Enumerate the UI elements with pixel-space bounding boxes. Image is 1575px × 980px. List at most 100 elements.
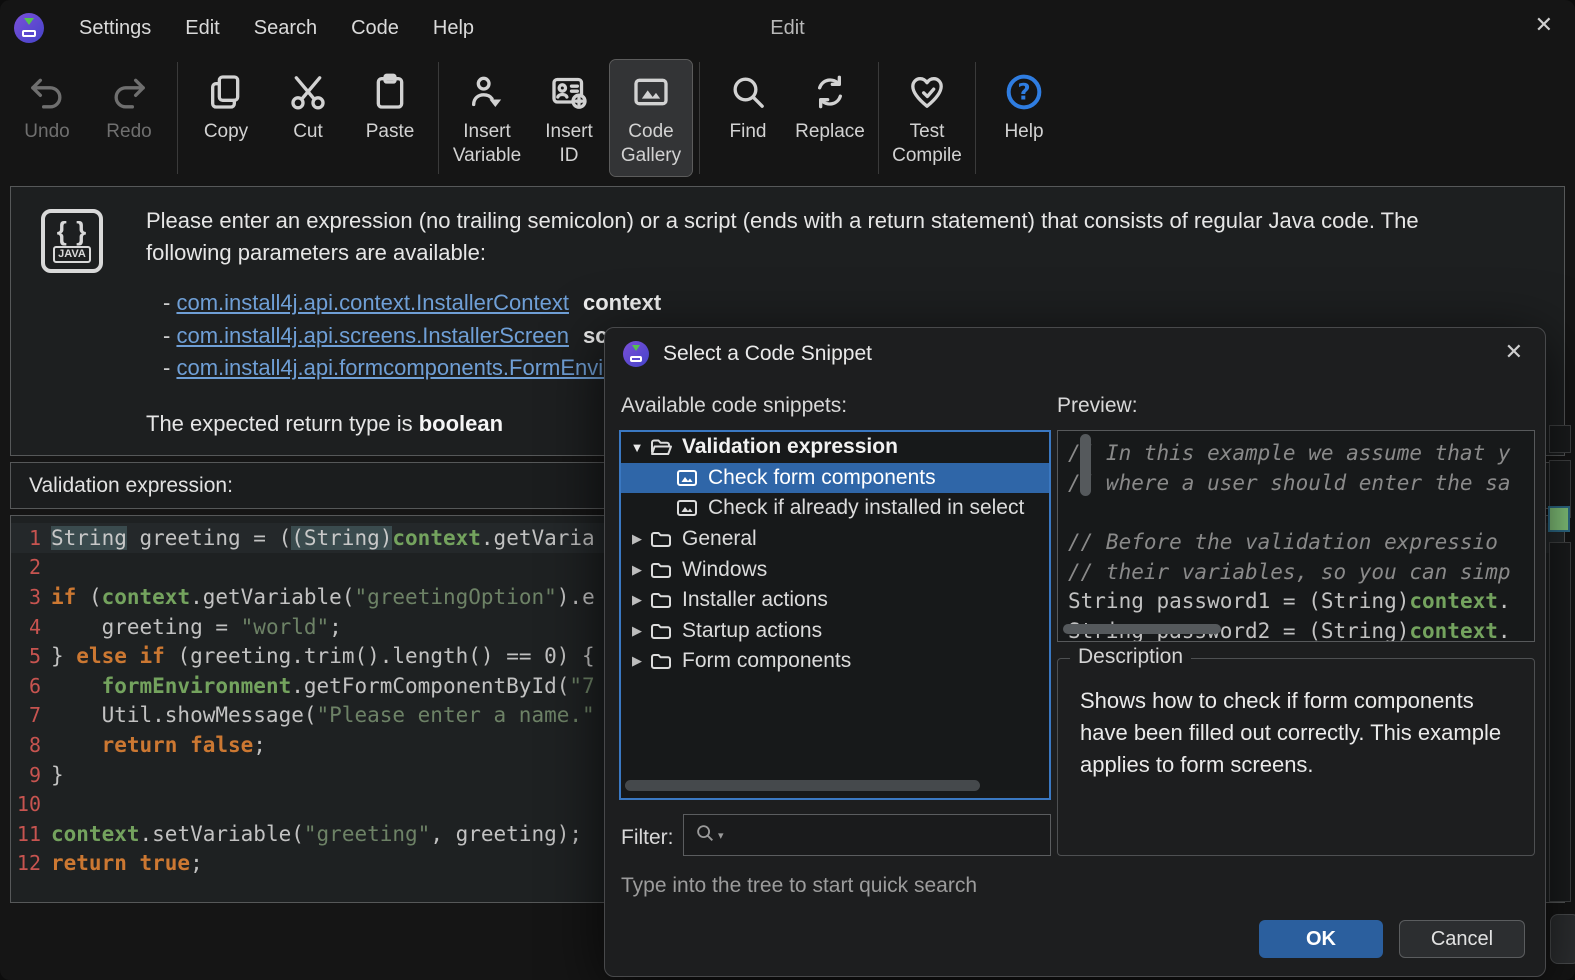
- code-gallery-icon: [631, 68, 671, 116]
- help-icon: ?: [1004, 68, 1044, 116]
- filter-field: ▾: [683, 814, 1051, 856]
- api-class-link[interactable]: com.install4j.api.screens.InstallerScree…: [176, 323, 569, 348]
- toolbar-separator: [699, 62, 700, 174]
- code-text: formEnvironment.getFormComponentById("7: [101, 673, 595, 698]
- tree-item-check-if-already-installed-in-select[interactable]: Check if already installed in select: [621, 493, 1049, 524]
- description-group-title: Description: [1070, 645, 1192, 669]
- api-class-link[interactable]: com.install4j.api.formcomponents.FormEnv…: [176, 355, 622, 380]
- line-number: 6: [28, 673, 41, 698]
- folder-icon: [649, 619, 673, 643]
- toolbar-separator: [438, 62, 439, 174]
- preview-line: [1068, 500, 1534, 530]
- ok-button[interactable]: OK: [1259, 920, 1383, 958]
- tree-item-validation-expression[interactable]: ▼ Validation expression: [621, 432, 1049, 463]
- preview-line: // In this example we assume that y: [1068, 441, 1511, 465]
- tree-horizontal-scrollbar[interactable]: [625, 780, 980, 791]
- cancel-button[interactable]: Cancel: [1399, 920, 1525, 958]
- preview-vertical-scrollbar[interactable]: [1080, 434, 1091, 496]
- code-text: if (context.getVariable("greetingOption"…: [51, 584, 595, 609]
- chevron-collapsed-icon[interactable]: ▶: [627, 653, 647, 669]
- code-text: return true;: [51, 851, 203, 876]
- tree-item-label: Startup actions: [682, 618, 823, 642]
- toolbar-button-paste[interactable]: Paste: [349, 60, 431, 176]
- description-group: Description Shows how to check if form c…: [1057, 645, 1535, 856]
- toolbar-button-label: Undo: [24, 121, 70, 142]
- scroll-up-box[interactable]: [1549, 425, 1571, 453]
- toolbar-button-label: Paste: [365, 121, 415, 142]
- dialog-title: Select a Code Snippet: [663, 342, 872, 365]
- preview-line: // where a user should enter the sa: [1068, 470, 1511, 495]
- line-number: 3: [28, 584, 41, 609]
- toolbar-button-redo[interactable]: Redo: [88, 60, 170, 176]
- cut-icon: [288, 68, 328, 116]
- line-number: 1: [28, 525, 41, 550]
- line-number: 10: [16, 792, 41, 817]
- tree-item-installer-actions[interactable]: ▶ Installer actions: [621, 585, 1049, 616]
- toolbar-button-label: Insert ID: [545, 121, 593, 166]
- line-number: 8: [28, 732, 41, 757]
- api-class-link[interactable]: com.install4j.api.context.InstallerConte…: [176, 290, 569, 315]
- tree-item-check-form-components[interactable]: Check form components: [621, 462, 1049, 494]
- chevron-collapsed-icon[interactable]: ▶: [627, 592, 647, 608]
- tree-item-form-components[interactable]: ▶ Form components: [621, 646, 1049, 677]
- tree-item-startup-actions[interactable]: ▶ Startup actions: [621, 616, 1049, 647]
- search-options-dropdown-icon[interactable]: ▾: [718, 829, 724, 842]
- tree-item-label: Check form components: [708, 465, 936, 489]
- code-text: }: [51, 762, 64, 787]
- dash: -: [163, 322, 177, 348]
- return-type-value: boolean: [418, 411, 504, 436]
- tree-item-label: Check if already installed in select: [708, 496, 1025, 520]
- chevron-expanded-icon[interactable]: ▼: [627, 440, 647, 455]
- parameter-line: - com.install4j.api.context.InstallerCon…: [163, 287, 661, 320]
- tree-item-general[interactable]: ▶ General: [621, 524, 1049, 555]
- toolbar-button-cut[interactable]: Cut: [267, 60, 349, 176]
- dash: -: [163, 355, 177, 380]
- toolbar-button-help[interactable]: ? Help: [983, 60, 1065, 176]
- menu-edit[interactable]: Edit: [168, 11, 236, 46]
- preview-pane[interactable]: // In this example we assume that y // wh…: [1057, 430, 1535, 642]
- dash: -: [163, 290, 177, 315]
- line-number: 12: [16, 851, 41, 876]
- menu-code[interactable]: Code: [334, 11, 416, 46]
- tree-item-windows[interactable]: ▶ Windows: [621, 554, 1049, 585]
- filter-input[interactable]: [725, 823, 1050, 847]
- window-close-icon[interactable]: ✕: [1535, 14, 1553, 36]
- menu-search[interactable]: Search: [237, 11, 334, 46]
- search-icon: [694, 822, 716, 849]
- toolbar-button-insert-id[interactable]: Insert ID: [528, 60, 610, 176]
- tree-item-label: Validation expression: [682, 435, 898, 459]
- toolbar-button-insert-variable[interactable]: Insert Variable: [446, 60, 528, 176]
- scroll-track[interactable]: [1549, 542, 1571, 902]
- snippet-tree[interactable]: ▼ Validation expression Check form compone…: [619, 430, 1051, 800]
- parameter-list: - com.install4j.api.context.InstallerCon…: [163, 287, 661, 385]
- toolbar-button-replace[interactable]: Replace: [789, 60, 871, 176]
- toolbar-button-label: Code Gallery: [620, 121, 682, 166]
- menu-settings[interactable]: Settings: [62, 11, 168, 46]
- menu-help[interactable]: Help: [416, 11, 491, 46]
- background-scroll-strip: [1546, 420, 1575, 980]
- code-text: context.setVariable("greeting", greeting…: [51, 821, 583, 846]
- toolbar-button-find[interactable]: Find: [707, 60, 789, 176]
- info-paragraph: Please enter an expression (no trailing …: [146, 208, 1419, 265]
- chevron-collapsed-icon[interactable]: ▶: [627, 562, 647, 578]
- replace-icon: [810, 68, 850, 116]
- toolbar-button-undo[interactable]: Undo: [6, 60, 88, 176]
- edit-window: Settings Edit Search Code Help Edit ✕ Undo Re…: [0, 0, 1575, 980]
- tree-label: Available code snippets:: [621, 394, 848, 417]
- folder-icon: [649, 527, 673, 551]
- toolbar-button-label: Find: [729, 121, 767, 142]
- toolbar-button-test-compile[interactable]: Test Compile: [886, 60, 968, 176]
- toolbar-separator: [975, 62, 976, 174]
- find-icon: [728, 68, 768, 116]
- toolbar-button-copy[interactable]: Copy: [185, 60, 267, 176]
- return-type-prefix: The expected return type is: [146, 411, 419, 436]
- tree-item-label: General: [682, 527, 757, 551]
- dialog-close-icon[interactable]: ✕: [1505, 341, 1523, 363]
- test-compile-icon: [907, 68, 947, 116]
- chevron-collapsed-icon[interactable]: ▶: [627, 623, 647, 639]
- chevron-collapsed-icon[interactable]: ▶: [627, 531, 647, 547]
- preview-horizontal-scrollbar[interactable]: [1063, 624, 1221, 634]
- toolbar-button-code-gallery[interactable]: Code Gallery: [609, 59, 693, 177]
- line-number: 5: [28, 644, 41, 669]
- insert-id-icon: [549, 68, 589, 116]
